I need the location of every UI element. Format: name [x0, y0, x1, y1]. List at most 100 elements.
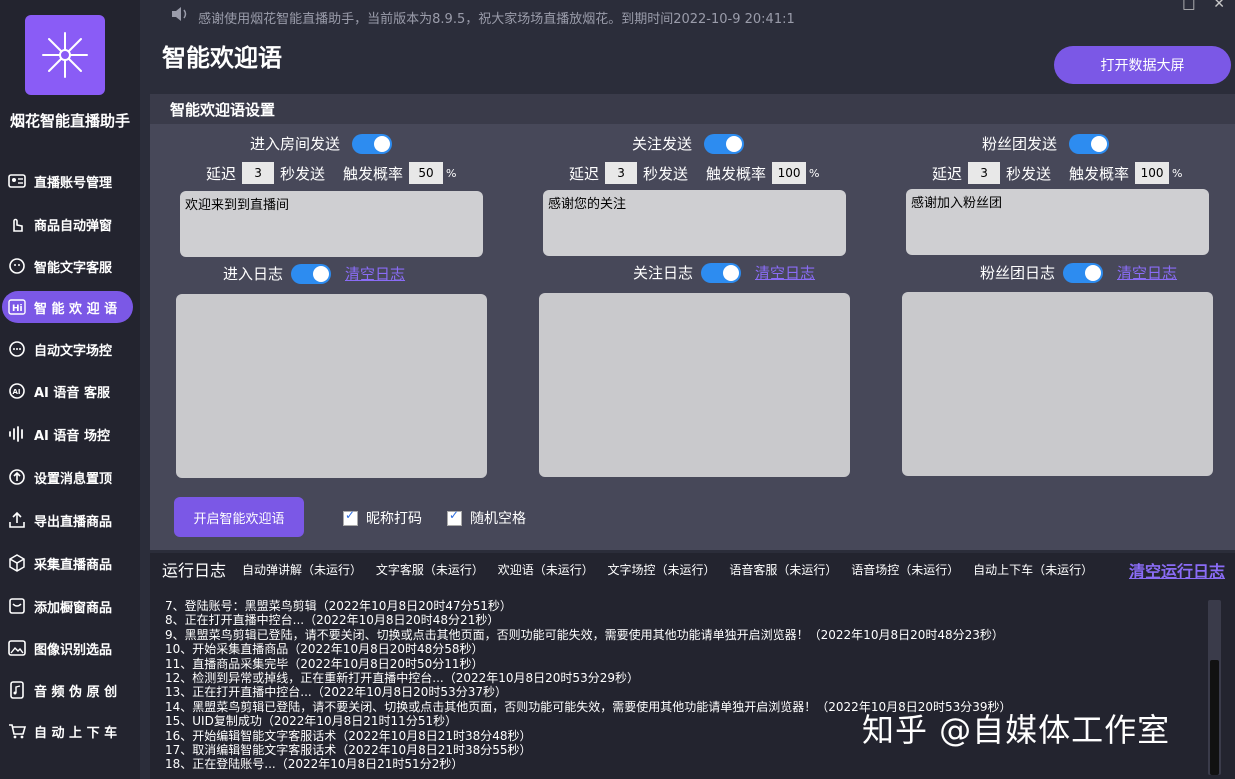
follow-prob-input[interactable]: 100 [772, 162, 807, 184]
follow-log-toggle[interactable] [701, 262, 742, 283]
sidebar-item-label: 自动文字场控 [34, 343, 113, 359]
follow-send-toggle[interactable] [704, 133, 745, 154]
status-item: 语音场控（未运行） [851, 563, 960, 577]
runlog-scrollbar-thumb[interactable] [1210, 660, 1219, 775]
support-face-icon [8, 257, 26, 275]
svg-text:Hi: Hi [12, 304, 23, 314]
sidebar-item-account[interactable]: 直播账号管理 [0, 163, 140, 199]
sidebar-item-label: 直播账号管理 [34, 175, 113, 191]
maximize-icon[interactable]: □ [1182, 0, 1195, 12]
sidebar-item-export[interactable]: 导出直播商品 [0, 502, 140, 538]
notice-text: 感谢使用烟花智能直播助手，当前版本为8.9.5，祝大家场场直播放烟花。到期时间2… [198, 12, 795, 27]
arrow-up-circle-icon [8, 468, 26, 486]
sidebar-item-popup[interactable]: 商品自动弹窗 [0, 206, 140, 242]
sidebar-item-ai-voice-service[interactable]: AI AI 语音 客服 [0, 373, 140, 409]
checkbox-checked-icon[interactable] [447, 508, 462, 526]
close-icon[interactable]: ✕ [1213, 0, 1225, 12]
log-line: 13、正在打开直播中控台...（2022年10月8日20时53分37秒） [165, 685, 507, 700]
window-controls[interactable]: □ ✕ [1182, 0, 1225, 12]
image-icon [8, 639, 26, 657]
ai-bubble-icon: AI [8, 382, 26, 400]
sidebar-item-auto-cart[interactable]: 自 动 上 下 车 [0, 713, 140, 749]
sidebar-item-pin-message[interactable]: 设置消息置顶 [0, 459, 140, 495]
sidebar-item-welcome[interactable]: Hi 智 能 欢 迎 语 [2, 291, 133, 323]
fans-clear-log-link[interactable]: 清空日志 [1117, 262, 1177, 283]
log-line: 11、直播商品采集完毕（2022年10月8日20时50分11秒） [165, 656, 484, 671]
fans-message-input[interactable]: 感谢加入粉丝团 [906, 189, 1209, 255]
sidebar-item-image-recognition[interactable]: 图像识别选品 [0, 630, 140, 666]
delay-suffix: 秒发送 [280, 164, 326, 183]
enter-prob-input[interactable]: 50 [409, 162, 444, 184]
checkbox-checked-icon[interactable] [343, 508, 358, 526]
random-space-label: 随机空格 [470, 511, 526, 527]
fans-log-toggle[interactable] [1063, 262, 1104, 283]
fans-send-toggle[interactable] [1069, 133, 1110, 154]
sidebar-item-audio[interactable]: 音 频 伪 原 创 [0, 672, 140, 708]
shop-icon [8, 597, 26, 615]
sidebar: 烟花智能直播助手 直播账号管理 商品自动弹窗 智能文字客服 Hi 智 能 欢 迎… [0, 0, 140, 779]
sidebar-item-collect[interactable]: 采集直播商品 [0, 545, 140, 581]
upload-icon [8, 511, 26, 529]
sidebar-item-label: 商品自动弹窗 [34, 218, 113, 234]
follow-delay-input[interactable]: 3 [605, 162, 638, 184]
fans-prob-input[interactable]: 100 [1135, 162, 1170, 184]
prob-label: 触发概率 [1069, 164, 1130, 183]
status-list: 自动弹讲解（未运行） 文字客服（未运行） 欢迎语（未运行） 文字场控（未运行） … [242, 561, 1103, 578]
delay-suffix: 秒发送 [643, 164, 689, 183]
start-welcome-button[interactable]: 开启智能欢迎语 [174, 497, 304, 537]
sidebar-item-label: AI 语音 场控 [34, 428, 110, 444]
cart-icon [8, 722, 26, 740]
status-item: 文字客服（未运行） [375, 563, 484, 577]
nickname-mask-label: 昵称打码 [366, 511, 422, 527]
sidebar-item-text-service[interactable]: 智能文字客服 [0, 248, 140, 284]
runlog-header: 运行日志 自动弹讲解（未运行） 文字客服（未运行） 欢迎语（未运行） 文字场控（… [150, 553, 1235, 585]
top-notice: 感谢使用烟花智能直播助手，当前版本为8.9.5，祝大家场场直播放烟花。到期时间2… [170, 5, 795, 27]
follow-log-box[interactable] [539, 293, 850, 477]
fans-log-label: 粉丝团日志 [980, 264, 1056, 282]
log-line: 9、黑盟菜鸟剪辑已登陆，请不要关闭、切换或点击其他页面，否则功能可能失效，需要使… [165, 627, 1004, 642]
status-item: 语音客服（未运行） [729, 563, 838, 577]
sidebar-item-label: 自 动 上 下 车 [34, 725, 118, 741]
sidebar-item-label: 添加橱窗商品 [34, 600, 113, 616]
hi-icon: Hi [8, 298, 26, 316]
random-space-checkbox[interactable]: 随机空格 [447, 508, 526, 528]
sidebar-item-text-control[interactable]: 自动文字场控 [0, 331, 140, 367]
sidebar-item-label: 智能文字客服 [34, 260, 113, 276]
enter-log-label: 进入日志 [223, 265, 284, 283]
sidebar-item-showcase[interactable]: 添加橱窗商品 [0, 588, 140, 624]
clear-runlog-link[interactable]: 清空运行日志 [1129, 558, 1225, 582]
sidebar-item-label: AI 语音 客服 [34, 385, 110, 401]
status-item: 自动弹讲解（未运行） [242, 563, 363, 577]
follow-message-input[interactable]: 感谢您的关注 [543, 190, 846, 256]
sidebar-item-label: 导出直播商品 [34, 514, 113, 530]
log-line: 12、检测到异常或掉线，正在重新打开直播中控台...（2022年10月8日20时… [165, 671, 639, 686]
follow-log-label: 关注日志 [633, 264, 694, 282]
box-icon [8, 554, 26, 572]
settings-title: 智能欢迎语设置 [170, 101, 276, 119]
log-line: 8、正在打开直播中控台...（2022年10月8日20时48分21秒） [165, 613, 500, 628]
sidebar-item-label: 设置消息置顶 [34, 471, 113, 487]
sidebar-item-label: 音 频 伪 原 创 [34, 684, 118, 700]
enter-delay-row: 延迟 3 秒发送 触发概率 50 % [206, 162, 457, 184]
follow-log-row: 关注日志 清空日志 [633, 262, 815, 283]
nickname-mask-checkbox[interactable]: 昵称打码 [343, 508, 422, 528]
page-title: 智能欢迎语 [162, 44, 282, 72]
follow-clear-log-link[interactable]: 清空日志 [755, 262, 815, 283]
sidebar-item-ai-voice-control[interactable]: AI 语音 场控 [0, 416, 140, 452]
enter-clear-log-link[interactable]: 清空日志 [345, 263, 405, 284]
enter-log-box[interactable] [176, 294, 487, 478]
enter-message-input[interactable]: 欢迎来到到直播间 [180, 191, 483, 257]
enter-send-toggle[interactable] [352, 133, 393, 154]
delay-label: 延迟 [932, 164, 963, 183]
delay-label: 延迟 [206, 164, 237, 183]
enter-delay-input[interactable]: 3 [242, 162, 275, 184]
prob-label: 触发概率 [343, 164, 404, 183]
fans-send-label: 粉丝团发送 [982, 135, 1058, 153]
open-bigscreen-button[interactable]: 打开数据大屏 [1054, 46, 1231, 84]
svg-text:AI: AI [13, 388, 21, 396]
delay-suffix: 秒发送 [1006, 164, 1052, 183]
fans-log-box[interactable] [902, 292, 1213, 476]
enter-log-row: 进入日志 清空日志 [223, 263, 405, 284]
fans-delay-input[interactable]: 3 [968, 162, 1001, 184]
enter-log-toggle[interactable] [291, 263, 332, 284]
